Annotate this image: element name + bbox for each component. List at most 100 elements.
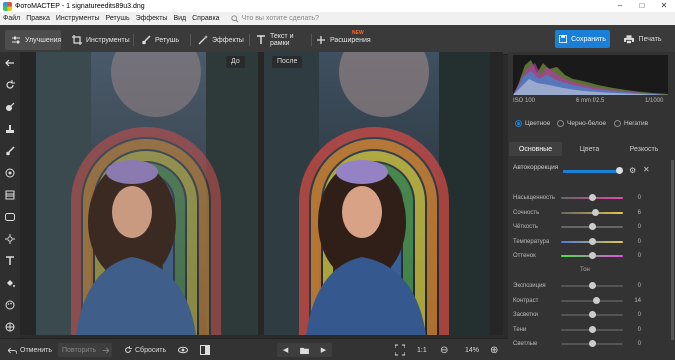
slider-track[interactable] [561, 194, 623, 201]
tab-retouch-label: Ретушь [155, 36, 180, 44]
slider-track[interactable] [561, 208, 623, 216]
slider-value: 0 [637, 341, 641, 347]
tone-slider-row[interactable]: Контраст 14 [513, 296, 641, 306]
slider-knob[interactable] [588, 194, 596, 201]
slider-knob[interactable] [588, 223, 596, 230]
gear-icon[interactable]: ⚙ [629, 166, 636, 175]
eye-icon[interactable] [178, 343, 188, 357]
tone-section-label: Тон [580, 267, 590, 273]
menu-edit[interactable]: Правка [23, 15, 53, 22]
slider-knob[interactable] [588, 237, 596, 245]
slider-knob[interactable] [588, 311, 596, 318]
slider-track[interactable] [561, 282, 623, 289]
slider-track[interactable] [561, 237, 623, 245]
slider-knob[interactable] [588, 340, 596, 347]
mode-negative[interactable]: Негатив [614, 120, 648, 127]
next-image-icon[interactable]: ▶ [321, 346, 326, 354]
menu-file[interactable]: Файл [0, 15, 23, 22]
stamp-icon[interactable] [5, 124, 15, 134]
reset-label: Сбросить [135, 346, 167, 354]
zoom-in-icon[interactable]: ⊕ [490, 343, 498, 357]
minimize-icon[interactable]: – [609, 0, 631, 12]
light-icon[interactable] [5, 234, 15, 244]
healing-icon[interactable] [5, 102, 15, 112]
gradient-filter-icon[interactable] [5, 190, 15, 200]
slider-knob[interactable] [588, 282, 596, 289]
slider-knob[interactable] [592, 296, 600, 304]
tab-basic[interactable]: Основные [509, 142, 562, 156]
radial-filter-icon[interactable] [5, 168, 15, 178]
histogram [513, 55, 668, 95]
tab-retouch[interactable]: Ретушь [137, 30, 187, 50]
reset-icon [125, 346, 132, 353]
menu-effects[interactable]: Эффекты [133, 15, 171, 22]
slider-knob[interactable] [591, 208, 599, 216]
slider-track[interactable] [561, 325, 623, 333]
autocorrection-slider[interactable] [563, 170, 621, 173]
save-button[interactable]: Сохранить [555, 30, 610, 48]
slider-track[interactable] [561, 311, 623, 318]
rotate-icon[interactable] [5, 80, 15, 90]
slider-label: Чёткость [513, 224, 538, 230]
menu-help[interactable]: Справка [189, 15, 222, 22]
plugin-icon[interactable] [5, 322, 15, 332]
zoom-out-icon[interactable]: ⊖ [440, 343, 448, 357]
basic-slider-row[interactable]: Температура 0 [513, 237, 641, 247]
slider-track[interactable] [561, 340, 623, 347]
back-arrow-icon[interactable] [5, 58, 15, 68]
mode-bw[interactable]: Черно-белое [557, 120, 606, 127]
bottom-bar: Отменить Повторить Сбросить ◀ ▶ 1:1 ⊖ 14… [0, 338, 508, 360]
tab-enhancements[interactable]: Улучшения [5, 30, 61, 50]
menu-view[interactable]: Вид [170, 15, 189, 22]
redo-button[interactable]: Повторить [58, 343, 112, 357]
slider-knob[interactable] [588, 325, 596, 333]
basic-slider-row[interactable]: Насыщенность 0 [513, 193, 641, 203]
tone-slider-row[interactable]: Светлые 0 [513, 339, 641, 349]
tone-slider-row[interactable]: Тени 0 [513, 325, 641, 335]
slider-label: Насыщенность [513, 195, 556, 201]
compare-icon[interactable] [200, 343, 210, 357]
close-icon[interactable]: ✕ [643, 165, 650, 174]
slider-value: 0 [637, 283, 641, 289]
window-title: ФотоМАСТЕР - 1 signatureedits89u3.dng [15, 2, 145, 10]
mode-color[interactable]: Цветное [515, 120, 550, 127]
brush-icon[interactable] [5, 146, 15, 156]
tone-slider-row[interactable]: Засветки 0 [513, 310, 641, 320]
tab-effects[interactable]: Эффекты [194, 30, 246, 50]
autocorrection-knob[interactable] [616, 167, 623, 174]
zoom-ratio[interactable]: 1:1 [417, 343, 427, 357]
prev-image-icon[interactable]: ◀ [283, 346, 288, 354]
folder-icon[interactable] [300, 347, 309, 354]
zoom-value[interactable]: 14% [465, 343, 479, 357]
print-button[interactable]: Печать [615, 30, 670, 48]
slider-track[interactable] [561, 223, 623, 230]
basic-slider-row[interactable]: Оттенок 0 [513, 251, 641, 261]
close-icon[interactable]: ✕ [653, 0, 675, 12]
tab-sharpness[interactable]: Резкость [617, 142, 671, 156]
basic-slider-row[interactable]: Чёткость 0 [513, 222, 641, 232]
text-tool-icon[interactable] [5, 256, 15, 266]
tone-slider-row[interactable]: Экспозиция 0 [513, 281, 641, 291]
fill-icon[interactable] [5, 278, 15, 288]
menu-retouch[interactable]: Ретушь [103, 15, 133, 22]
reset-button[interactable]: Сбросить [124, 343, 166, 357]
basic-slider-row[interactable]: Сочность 6 [513, 208, 641, 218]
menu-tools[interactable]: Инструменты [53, 15, 103, 22]
tab-colors[interactable]: Цвета [563, 142, 616, 156]
undo-button[interactable]: Отменить [8, 343, 52, 357]
slider-knob[interactable] [588, 252, 596, 259]
slider-label: Оттенок [513, 253, 536, 259]
radio-icon [614, 120, 621, 127]
slider-track[interactable] [561, 296, 623, 304]
tab-tools[interactable]: Инструменты [68, 30, 130, 50]
fit-screen-icon[interactable] [395, 343, 405, 357]
ask-search[interactable]: Что вы хотите сделать? [230, 14, 319, 23]
panel-scrollbar[interactable] [671, 160, 674, 340]
exif-iso: ISO 100 [513, 98, 536, 104]
vignette-icon[interactable] [5, 212, 15, 222]
slider-track[interactable] [561, 252, 623, 259]
exif-shutter: 1/1000 [645, 98, 664, 104]
tab-text-frames[interactable]: Текст и рамки [252, 30, 310, 50]
maximize-icon[interactable]: □ [631, 0, 653, 12]
palette-icon[interactable] [5, 300, 15, 310]
